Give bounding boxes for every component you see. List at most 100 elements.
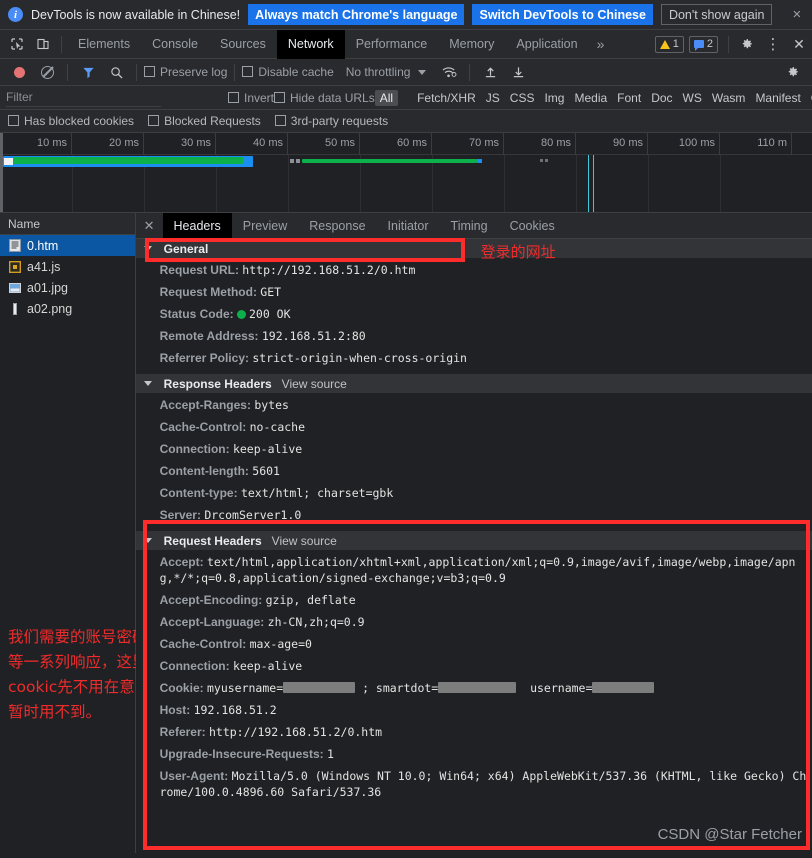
message-badge[interactable]: 2 [688, 35, 718, 53]
request-row-host: Host: 192.168.51.2 [136, 699, 812, 721]
filter-type-other[interactable]: Other [806, 90, 812, 106]
header-value: DrcomServer1.0 [204, 508, 302, 522]
third-party-box [274, 115, 286, 126]
filter-type-ws[interactable]: WS [678, 90, 707, 106]
request-row-connection: Connection: keep-alive [136, 655, 812, 677]
network-settings-gear-icon[interactable] [780, 59, 806, 85]
request-view-source-link[interactable]: View source [272, 534, 337, 548]
disable-cache-checkbox[interactable]: Disable cache [242, 65, 334, 79]
clear-button[interactable] [34, 59, 60, 85]
request-name: 0.htm [27, 238, 59, 253]
import-har-icon[interactable] [477, 59, 503, 85]
nettools-divider-2 [136, 63, 137, 81]
gear-icon[interactable] [734, 31, 760, 57]
filter-type-js[interactable]: JS [481, 90, 505, 106]
response-row-content-length: Content-length: 5601 [136, 460, 812, 482]
request-row-a01jpg[interactable]: a01.jpg [0, 277, 135, 298]
detail-tab-cookies[interactable]: Cookies [499, 213, 566, 239]
header-value: max-age=0 [249, 637, 312, 651]
export-har-icon[interactable] [505, 59, 531, 85]
cookie-filter-row: Has blocked cookies Blocked Requests 3rd… [0, 110, 812, 133]
detail-tab-preview[interactable]: Preview [232, 213, 298, 239]
response-view-source-link[interactable]: View source [282, 377, 347, 391]
general-row-request-url: Request URL: http://192.168.51.2/0.htm [136, 259, 812, 281]
filter-toggle-button[interactable] [75, 59, 101, 85]
general-section-title: General [163, 241, 209, 256]
detail-tab-headers[interactable]: Headers [162, 213, 232, 239]
request-row-a41js[interactable]: a41.js [0, 256, 135, 277]
tab-memory[interactable]: Memory [438, 30, 505, 59]
disable-cache-box [242, 66, 254, 77]
switch-to-chinese-button[interactable]: Switch DevTools to Chinese [472, 4, 653, 25]
banner-close-icon[interactable]: × [788, 6, 805, 23]
request-name: a01.jpg [27, 280, 69, 295]
headers-scroll-area[interactable]: General Request URL: http://192.168.51.2… [135, 239, 812, 853]
filter-input[interactable] [6, 88, 161, 107]
detail-tab-initiator[interactable]: Initiator [377, 213, 440, 239]
tick-label: 70 ms [469, 137, 499, 149]
blocked-requests-checkbox[interactable]: Blocked Requests [148, 114, 261, 128]
network-conditions-icon[interactable] [436, 59, 462, 85]
always-match-language-button[interactable]: Always match Chrome's language [248, 4, 465, 25]
filter-type-img[interactable]: Img [539, 90, 569, 106]
more-tabs-icon[interactable]: » [589, 30, 613, 59]
device-toolbar-icon[interactable] [30, 31, 56, 57]
filter-type-css[interactable]: CSS [505, 90, 540, 106]
third-party-requests-checkbox[interactable]: 3rd-party requests [274, 114, 388, 128]
tab-elements[interactable]: Elements [67, 30, 141, 59]
filter-type-media[interactable]: Media [569, 90, 612, 106]
detail-tab-timing[interactable]: Timing [440, 213, 499, 239]
tab-sources[interactable]: Sources [209, 30, 277, 59]
chevron-down-icon[interactable] [418, 69, 427, 75]
filter-type-wasm[interactable]: Wasm [707, 90, 751, 106]
response-headers-section-header[interactable]: Response Headers View source [135, 374, 812, 394]
load-event-line [593, 155, 594, 212]
has-blocked-cookies-checkbox[interactable]: Has blocked cookies [8, 114, 134, 128]
dont-show-again-button[interactable]: Don't show again [660, 4, 773, 25]
header-key: Cache-Control: [159, 420, 247, 434]
kebab-menu-icon[interactable]: ⋮ [760, 31, 786, 57]
warning-badge[interactable]: 1 [654, 35, 684, 53]
tick-90ms: 90 ms [576, 133, 648, 155]
tab-performance[interactable]: Performance [345, 30, 439, 59]
general-section-header[interactable]: General [135, 239, 812, 259]
header-value: gzip, deflate [265, 593, 356, 607]
invert-checkbox[interactable]: Invert [228, 91, 274, 105]
filter-type-doc[interactable]: Doc [646, 90, 677, 106]
tab-network[interactable]: Network [276, 29, 345, 59]
network-overview-timeline[interactable]: 10 ms 20 ms 30 ms 40 ms 50 ms 60 ms 70 m… [0, 133, 812, 213]
request-bar-dot-d [545, 159, 548, 162]
record-button[interactable] [6, 59, 32, 85]
filter-type-all[interactable]: All [374, 89, 399, 106]
inspect-element-icon[interactable] [4, 31, 30, 57]
throttling-select[interactable]: No throttling [346, 65, 411, 79]
request-row-a02png[interactable]: a02.png [0, 298, 135, 319]
detail-tab-response[interactable]: Response [298, 213, 376, 239]
general-row-remote-address: Remote Address: 192.168.51.2:80 [136, 325, 812, 347]
filter-type-fetch-xhr[interactable]: Fetch/XHR [412, 90, 481, 106]
request-row-0htm[interactable]: 0.htm [0, 235, 135, 256]
request-name: a41.js [27, 259, 61, 274]
tick-110ms: 110 m [720, 133, 792, 155]
filter-bar: Invert Hide data URLs All Fetch/XHR JS C… [0, 86, 812, 110]
close-devtools-icon[interactable]: ✕ [786, 31, 812, 57]
request-headers-section-header[interactable]: Request Headers View source [135, 531, 812, 551]
tab-console[interactable]: Console [141, 30, 209, 59]
record-dot-icon [13, 66, 25, 78]
preserve-log-checkbox[interactable]: Preserve log [144, 65, 227, 79]
header-value: 200 OK [248, 307, 291, 321]
filter-type-manifest[interactable]: Manifest [750, 90, 805, 106]
tab-application[interactable]: Application [505, 30, 588, 59]
requests-column-header[interactable]: Name [0, 213, 135, 235]
blocked-requests-box [148, 115, 160, 126]
filter-type-font[interactable]: Font [612, 90, 646, 106]
hide-data-urls-checkbox[interactable]: Hide data URLs [274, 91, 375, 105]
search-icon[interactable] [103, 59, 129, 85]
tick-label: 90 ms [613, 137, 643, 149]
detail-close-icon[interactable]: ✕ [136, 218, 163, 234]
tabbar-divider [61, 35, 62, 53]
request-row-accept-encoding: Accept-Encoding: gzip, deflate [136, 589, 812, 611]
request-row-user-agent: User-Agent: Mozilla/5.0 (Windows NT 10.0… [136, 765, 812, 803]
redaction-block [592, 682, 655, 693]
timeline-left-handle[interactable] [0, 133, 3, 212]
